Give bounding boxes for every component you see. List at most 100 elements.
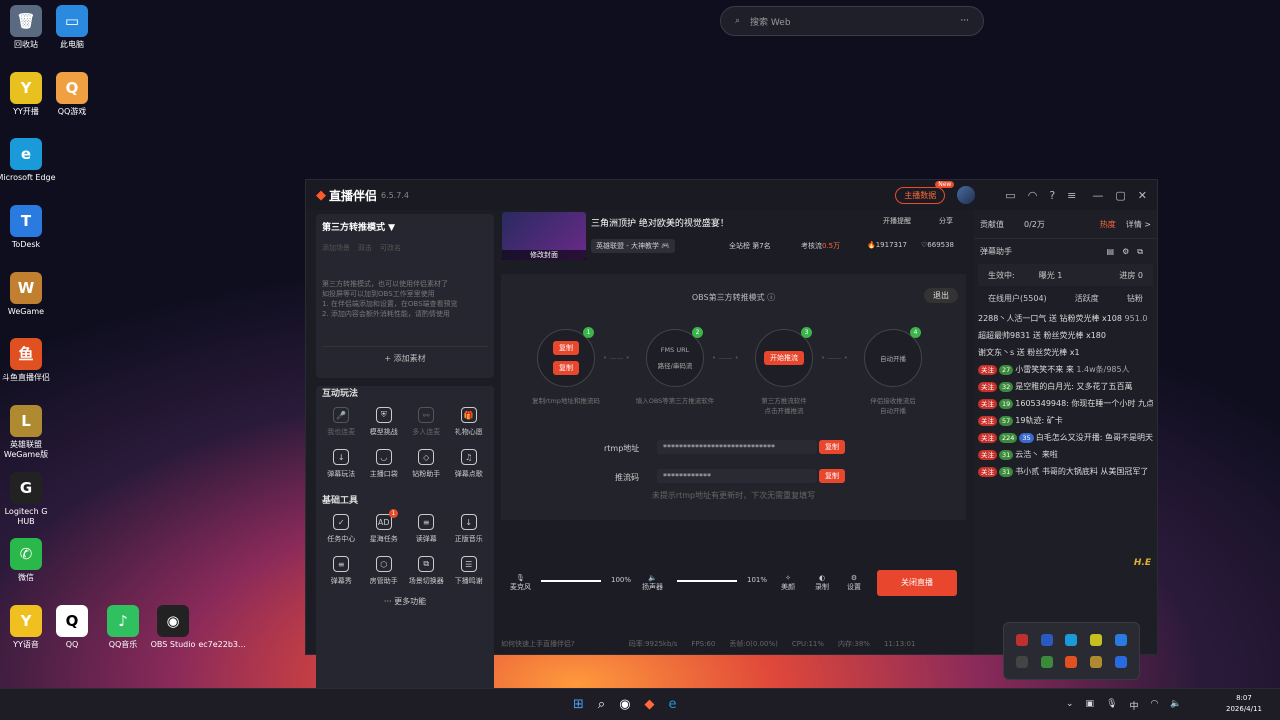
tool-item[interactable]: ◇ 钻粉助手 [405, 449, 448, 479]
desktop-icon[interactable]: Q QQ游戏 [42, 72, 102, 117]
headset-icon[interactable]: ◠ [1028, 189, 1038, 202]
tool-item[interactable]: ↓ 弹幕玩法 [320, 449, 363, 479]
help-link[interactable]: 如何快速上手直播伴侣? [501, 639, 575, 649]
desktop-icon[interactable]: ✆ 微信 [0, 538, 56, 583]
tool-item[interactable]: ⚯ 多人连麦 [405, 407, 448, 437]
detail-link[interactable]: 详情 > [1126, 219, 1151, 230]
minimize-icon[interactable]: — [1092, 189, 1103, 202]
stream-key-field[interactable]: ************ [657, 469, 817, 483]
scene-tab[interactable]: 可改名 [380, 243, 401, 253]
user-tab[interactable]: 在线用户(5504) [988, 293, 1047, 304]
avatar[interactable] [957, 186, 976, 204]
message-icon[interactable]: ▭ [1005, 189, 1015, 202]
tool-item[interactable]: 🎁 礼物心愿 [448, 407, 491, 437]
step-button[interactable]: 开始推流 [764, 351, 804, 365]
remind-button[interactable]: 开播提醒 [883, 216, 911, 226]
rtmp-field[interactable]: **************************** [657, 440, 817, 454]
tool-item[interactable]: ⛨ 模型挑战 [363, 407, 406, 437]
mic-tray-icon[interactable]: 🎙 [1106, 699, 1117, 712]
tool-item[interactable]: ≡ 读弹幕 [405, 514, 448, 544]
tool-item[interactable]: ≡ 弹幕秀 [320, 556, 363, 586]
start-icon[interactable]: ⊞ [573, 697, 584, 712]
tool-item[interactable]: ◡ 主播口袋 [363, 449, 406, 479]
share-button[interactable]: 分享 [939, 216, 953, 226]
search-input[interactable]: 搜索 Web [750, 15, 790, 28]
network-icon[interactable]: ▣ [1086, 699, 1095, 712]
desktop-icon[interactable]: ▭ 此电脑 [42, 5, 102, 50]
scene-tab[interactable]: 添加场景 [322, 243, 350, 253]
scene-tab[interactable]: 双击 [358, 243, 372, 253]
douyu-taskbar-icon[interactable]: ◆ [645, 697, 655, 712]
record-icon[interactable]: ◐ [815, 574, 829, 582]
ime-indicator[interactable]: 中 [1130, 699, 1139, 712]
tool-item[interactable]: AD 1 星海任务 [363, 509, 406, 544]
add-material-button[interactable]: + 添加素材 [322, 346, 488, 364]
close-live-button[interactable]: 关闭直播 [877, 570, 957, 596]
step-button[interactable]: 自动开播 [880, 353, 906, 363]
tray-app-icon[interactable] [1065, 656, 1078, 668]
speaker-slider[interactable] [677, 580, 737, 582]
web-search-box[interactable]: ⌕ 搜索 Web ··· [720, 6, 984, 36]
tool-item[interactable]: ☰ 下播鸣谢 [448, 556, 491, 586]
rank-label[interactable]: 全站榜 第7名 [729, 241, 771, 251]
cover-thumbnail[interactable]: 修改封面 [502, 212, 586, 260]
settings-icon[interactable]: ⚙ [847, 574, 861, 582]
desktop-icon[interactable]: ec7e22b3... [192, 605, 252, 650]
tool-label: 正版音乐 [454, 535, 483, 543]
obs-taskbar-icon[interactable]: ◉ [619, 697, 630, 712]
mic-icon[interactable]: 🎙 [510, 574, 531, 582]
speaker-icon[interactable]: 🔈 [642, 574, 663, 582]
copy-key-button[interactable]: 复制 [819, 469, 845, 483]
volume-icon[interactable]: 🔈 [1170, 699, 1181, 712]
copy-rtmp-button[interactable]: 复制 [819, 440, 845, 454]
edit-cover-label[interactable]: 修改封面 [502, 250, 586, 260]
wifi-icon[interactable]: ◠ [1151, 699, 1159, 712]
tray-app-icon[interactable] [1016, 656, 1029, 668]
tray-app-icon[interactable] [1040, 634, 1053, 646]
category-selector[interactable]: 英雄联盟 - 大神教学 🎮 [591, 239, 675, 253]
chevron-up-icon[interactable]: ⌄ [1066, 699, 1074, 712]
tool-item[interactable]: ⬡ 房管助手 [363, 556, 406, 586]
menu-icon[interactable]: ≡ [1067, 189, 1076, 202]
step-button[interactable]: 复制 [553, 361, 579, 375]
exit-button[interactable]: 退出 [924, 288, 958, 303]
help-icon[interactable]: ? [1049, 189, 1055, 202]
desktop-icon[interactable]: L 英雄联盟 WeGame版 [0, 405, 56, 460]
more-icon[interactable]: ··· [960, 16, 969, 26]
search-icon[interactable]: ⌕ [598, 697, 605, 712]
close-icon[interactable]: ✕ [1138, 189, 1147, 202]
tool-item[interactable]: 🎤 我也连麦 [320, 407, 363, 437]
tool-item[interactable]: ↓ 正版音乐 [448, 514, 491, 544]
mic-slider[interactable] [541, 580, 601, 582]
desktop-icon[interactable]: G Logitech G HUB [0, 472, 56, 527]
tool-item[interactable]: ⧉ 场景切换器 [405, 556, 448, 586]
desktop-icon[interactable]: T ToDesk [0, 205, 56, 250]
host-data-button[interactable]: 主播数据 New [895, 180, 955, 204]
danmu-title: 弹幕助手 [980, 247, 1012, 256]
tray-app-icon[interactable] [1114, 634, 1127, 646]
user-tab[interactable]: 钻粉 [1127, 293, 1143, 304]
more-tools-button[interactable]: ··· 更多功能 [316, 596, 494, 607]
desktop-icon[interactable]: 鱼斗鱼直播伴侣 [0, 338, 56, 383]
maximize-icon[interactable]: ▢ [1115, 189, 1125, 202]
mode-selector[interactable]: 第三方转推模式 ▼ [322, 220, 488, 233]
stream-title[interactable]: 三角洲顶护 绝对欧美的视觉盛宴！ [591, 216, 729, 229]
danmu-tool-icons[interactable]: ▤⚙⧉ [1107, 247, 1151, 257]
step-button[interactable]: FMS URL [661, 346, 689, 354]
user-tab[interactable]: 活跃度 [1075, 293, 1099, 304]
tool-item[interactable]: ♫ 弹幕点歌 [448, 449, 491, 479]
clock[interactable]: 8:07 2026/4/11 [1226, 693, 1262, 715]
desktop-icon[interactable]: e Microsoft Edge [0, 138, 56, 183]
tray-app-icon[interactable] [1090, 634, 1103, 646]
desktop-icon[interactable]: W WeGame [0, 272, 56, 317]
tray-app-icon[interactable] [1090, 656, 1103, 668]
bluetooth-icon[interactable] [1114, 656, 1127, 668]
tool-item[interactable]: ✓ 任务中心 [320, 514, 363, 544]
tray-app-icon[interactable] [1040, 656, 1053, 668]
tray-app-icon[interactable] [1065, 634, 1078, 646]
beauty-icon[interactable]: ✧ [781, 574, 795, 582]
step-button[interactable]: 路径/串码流 [658, 360, 693, 370]
edge-taskbar-icon[interactable]: e [669, 697, 677, 712]
tray-app-icon[interactable] [1016, 634, 1029, 646]
step-button[interactable]: 复制 [553, 341, 579, 355]
